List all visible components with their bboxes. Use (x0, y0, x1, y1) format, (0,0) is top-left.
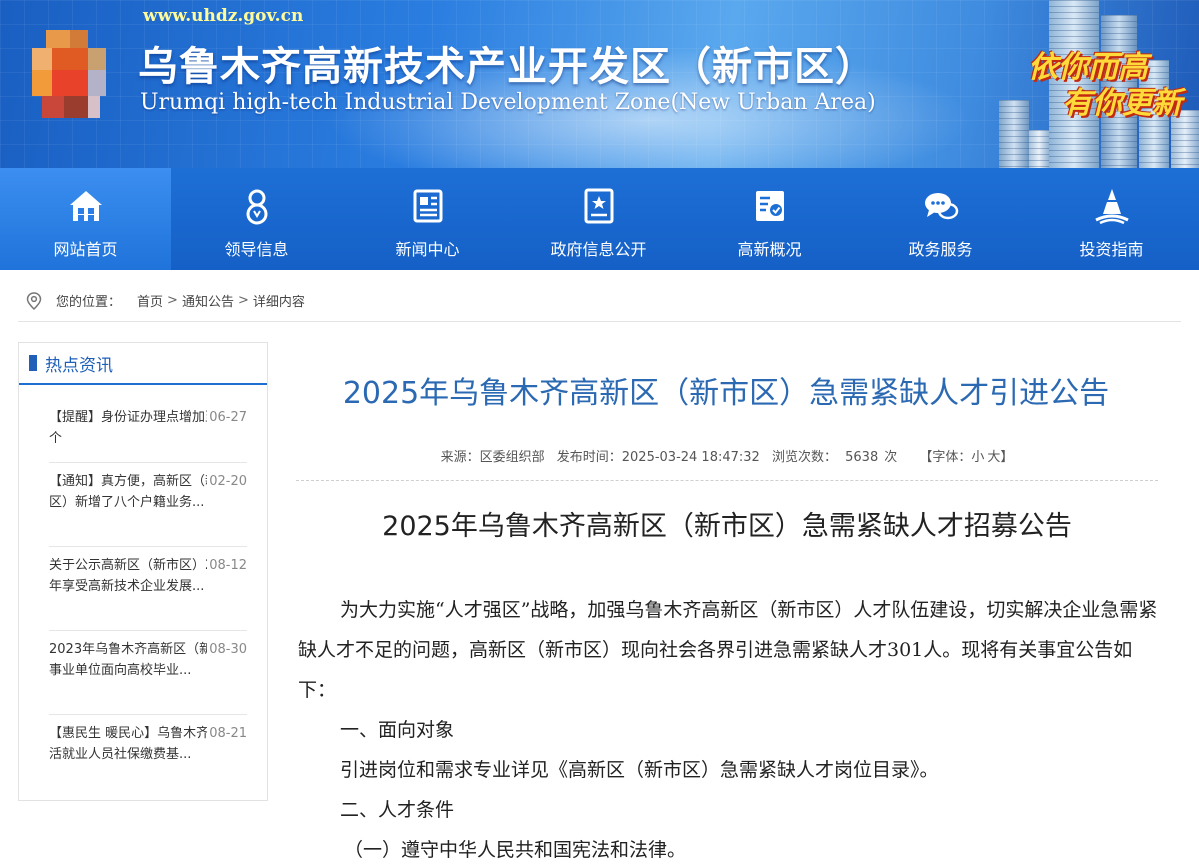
news-date: 08-12 (207, 555, 247, 576)
article-paragraph: （一）遵守中华人民共和国宪法和法律。 (344, 839, 687, 861)
meta-source: 来源：区委组织部 (440, 450, 545, 465)
news-date: 02-20 (207, 471, 247, 492)
nav-item-news[interactable]: 新闻中心 (342, 168, 513, 270)
article-title: 2025年乌鲁木齐高新区（新市区）急需紧缺人才引进公告 (342, 376, 1110, 411)
chat-icon (924, 193, 958, 220)
news-date: 08-30 (207, 639, 247, 660)
article-meta: 来源：区委组织部 发布时间：2025-03-24 18:47:32 浏览次数： … (296, 446, 1158, 465)
nav-label: 投资指南 (1079, 240, 1144, 259)
nav-label: 政府信息公开 (550, 240, 647, 259)
location-pin-icon (26, 291, 42, 310)
breadcrumb-current: 详细内容 (252, 295, 305, 310)
nav-item-home[interactable]: 网站首页 (0, 168, 171, 270)
hot-news-sidebar: 热点资讯 【提醒】身份证办理点增加至102个 06-27 【通知】真方便，高新区… (18, 342, 268, 801)
nav-label: 高新概况 (737, 240, 802, 259)
meta-views: 浏览次数： 5638 次 (771, 450, 898, 465)
site-title-en: Urumqi high-tech Industrial Development … (140, 90, 876, 115)
article-paragraph: 为大力实施“人才强区”战略，加强乌鲁木齐高新区（新市区）人才队伍建设，切实解决企… (298, 599, 1158, 701)
news-date: 06-27 (207, 407, 247, 428)
nav-item-investment[interactable]: 投资指南 (1026, 168, 1197, 270)
breadcrumb-label: 您的位置： (56, 295, 122, 310)
breadcrumb: 您的位置： 首页 > 通知公告 > 详细内容 (18, 280, 1181, 322)
article-subtitle: 2025年乌鲁木齐高新区（新市区）急需紧缺人才招募公告 (382, 511, 1072, 542)
article-paragraph: 引进岗位和需求专业详见《高新区（新市区）急需紧缺人才岗位目录》。 (340, 759, 939, 781)
tower-icon (1094, 189, 1129, 225)
font-small-button[interactable]: 小 (971, 450, 984, 465)
meta-time: 发布时间：2025-03-24 18:47:32 (556, 450, 760, 465)
sidebar-header-bar (29, 355, 37, 371)
person-icon (246, 189, 267, 225)
article-body: 为大力实施“人才强区”战略，加强乌鲁木齐高新区（新市区）人才队伍建设，切实解决企… (298, 590, 1158, 866)
list-item[interactable]: 关于公示高新区（新市区）2024年享受高新技术企业发展... 08-12 (49, 547, 247, 631)
nav-item-services[interactable]: 政务服务 (855, 168, 1026, 270)
checklist-icon (755, 191, 784, 221)
banner-slogan: 依你而高 有你更新 (1028, 50, 1182, 121)
nav-item-overview[interactable]: 高新概况 (684, 168, 855, 270)
article-section-heading: 二、人才条件 (340, 799, 455, 821)
nav-label: 领导信息 (224, 240, 289, 259)
nav-label: 新闻中心 (395, 240, 460, 259)
font-size-control: 【字体：小 大】 (919, 450, 1014, 465)
site-title-cn: 乌鲁木齐高新技术产业开发区（新市区） (138, 44, 876, 90)
nav-item-gov-info[interactable]: 政府信息公开 (513, 168, 684, 270)
list-item[interactable]: 【提醒】身份证办理点增加至102个 06-27 (49, 399, 247, 463)
article-divider (296, 480, 1158, 481)
sidebar-header: 热点资讯 (19, 343, 267, 385)
newspaper-icon (413, 189, 442, 223)
home-icon (69, 191, 102, 221)
site-logo[interactable] (32, 30, 106, 120)
list-item[interactable]: 【惠民生 暖民心】乌鲁木齐市灵活就业人员社保缴费基... 08-21 (49, 715, 247, 779)
nav-label: 网站首页 (53, 240, 118, 259)
font-large-button[interactable]: 大 (987, 450, 1000, 465)
main-nav: 网站首页 领导信息 新闻中心 政府信息公开 高新概况 政务服务 投资指南 (0, 168, 1199, 270)
article-section-heading: 一、面向对象 (340, 719, 455, 741)
news-date: 08-21 (207, 723, 247, 744)
document-star-icon (584, 188, 613, 224)
list-item[interactable]: 2023年乌鲁木齐高新区（新市区）事业单位面向高校毕业... 08-30 (49, 631, 247, 715)
nav-label: 政务服务 (908, 240, 973, 259)
breadcrumb-separator: > (237, 293, 249, 308)
breadcrumb-home-link[interactable]: 首页 (137, 291, 163, 310)
list-item[interactable]: 【通知】真方便，高新区（新市区）新增了八个户籍业务... 02-20 (49, 463, 247, 547)
sidebar-title: 热点资讯 (45, 355, 113, 376)
nav-item-leaders[interactable]: 领导信息 (171, 168, 342, 270)
breadcrumb-separator: > (167, 293, 178, 308)
hot-news-list: 【提醒】身份证办理点增加至102个 06-27 【通知】真方便，高新区（新市区）… (19, 399, 267, 779)
site-url: www.uhdz.gov.cn (143, 6, 304, 26)
breadcrumb-notices-link[interactable]: 通知公告 (182, 291, 234, 310)
